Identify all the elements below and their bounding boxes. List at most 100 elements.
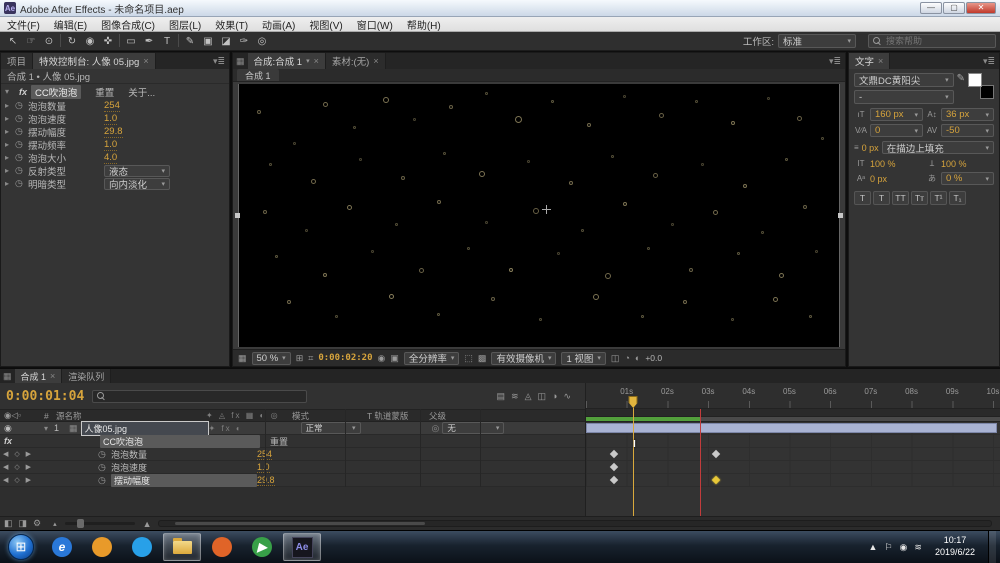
property-label[interactable]: 摆动幅度 bbox=[111, 473, 257, 487]
stopwatch-icon[interactable]: ◷ bbox=[15, 100, 28, 111]
stroke-width-value[interactable]: 0 px bbox=[862, 143, 879, 153]
composition-frame[interactable] bbox=[238, 84, 840, 347]
playhead-line[interactable] bbox=[633, 401, 635, 516]
tray-icon[interactable]: ⚐ bbox=[884, 542, 892, 553]
column-mode[interactable]: 模式 bbox=[292, 410, 367, 422]
fill-stroke-swatches[interactable] bbox=[968, 73, 994, 99]
text-style-button[interactable]: Tт bbox=[911, 191, 928, 205]
tray-icon[interactable]: ▲ bbox=[869, 542, 878, 553]
menu-item[interactable]: 编辑(E) bbox=[47, 17, 94, 32]
keyframe-navigator[interactable]: ◀ ◇ ▶ bbox=[0, 450, 34, 458]
close-icon[interactable]: × bbox=[373, 56, 378, 66]
keyframe-diamond[interactable] bbox=[610, 475, 619, 485]
taskbar-after-effects[interactable]: Ae bbox=[283, 533, 321, 561]
leading-select[interactable]: 36 px ▾ bbox=[941, 108, 994, 121]
composition-viewport[interactable] bbox=[233, 82, 845, 349]
taskbar-clock[interactable]: 10:17 2019/6/22 bbox=[929, 535, 981, 558]
twirl-icon[interactable]: ▸ bbox=[5, 166, 15, 175]
hide-shy-icon[interactable]: ◬ bbox=[525, 391, 532, 402]
timeline-search[interactable] bbox=[92, 389, 308, 403]
tray-icon[interactable]: ◉ bbox=[900, 542, 908, 553]
stroke-color-swatch[interactable] bbox=[980, 85, 994, 99]
layer-duration-bar[interactable] bbox=[586, 423, 997, 433]
taskbar-browser-orange[interactable] bbox=[83, 533, 121, 561]
property-row[interactable]: ◀ ◇ ▶◷摆动幅度29.8 bbox=[0, 473, 585, 487]
tray-icon[interactable]: ≋ bbox=[914, 542, 922, 553]
transparency-grid-icon[interactable]: ▩ bbox=[478, 353, 487, 364]
stroke-option-select[interactable]: 在描边上填充 ▾ bbox=[881, 141, 994, 155]
effect-name[interactable]: CC吹泡泡 bbox=[31, 84, 82, 99]
zoom-in-mountain-icon[interactable]: ▲ bbox=[143, 519, 152, 529]
stopwatch-icon[interactable]: ◷ bbox=[98, 449, 111, 460]
menu-item[interactable]: 文件(F) bbox=[0, 17, 47, 32]
time-ruler[interactable]: 01s 02s 03s 04s 05s 06s 07s 08s 09s 10s bbox=[586, 383, 1000, 409]
motion-blur-icon[interactable]: ◑ bbox=[552, 391, 557, 402]
column-parent[interactable]: 父级 bbox=[429, 410, 446, 422]
panel-menu-icon[interactable]: ▾≣ bbox=[979, 53, 999, 69]
workspace-select[interactable]: 标准 ▾ bbox=[778, 34, 856, 48]
property-value[interactable]: 1.0 bbox=[104, 139, 118, 151]
property-row[interactable]: ◀ ◇ ▶◷泡泡数量254 bbox=[0, 448, 585, 461]
menu-item[interactable]: 动画(A) bbox=[255, 17, 302, 32]
stopwatch-icon[interactable]: ◷ bbox=[15, 178, 28, 189]
menu-item[interactable]: 效果(T) bbox=[208, 17, 255, 32]
magnification-select[interactable]: 50 % ▾ bbox=[251, 351, 291, 365]
show-desktop-button[interactable] bbox=[988, 531, 996, 563]
property-value[interactable]: 1.0 bbox=[257, 462, 270, 473]
property-track-lane[interactable] bbox=[586, 461, 1000, 474]
grid-guides-icon[interactable]: ⊞ bbox=[296, 353, 304, 364]
close-icon[interactable]: × bbox=[143, 56, 148, 66]
font-size-select[interactable]: 160 px ▾ bbox=[870, 108, 923, 121]
roto-brush-tool-icon[interactable]: ✑ bbox=[235, 34, 253, 49]
layer-name[interactable]: 人像05.jpg bbox=[80, 420, 209, 436]
taskbar-qq[interactable] bbox=[123, 533, 161, 561]
view-layout-select[interactable]: 1 视图 ▾ bbox=[561, 351, 606, 365]
always-preview-icon[interactable]: ▦ bbox=[238, 353, 247, 364]
text-style-button[interactable]: TT bbox=[892, 191, 909, 205]
mini-flowchart-icon[interactable]: ▤ bbox=[497, 391, 506, 402]
exposure-value[interactable]: +0.0 bbox=[645, 353, 662, 363]
fast-preview-icon[interactable]: ◔ bbox=[624, 353, 629, 363]
text-style-button[interactable]: T bbox=[873, 191, 890, 205]
tab-project[interactable]: 项目 bbox=[1, 53, 34, 69]
reset-effect-link[interactable]: 重置 bbox=[95, 85, 114, 99]
timeline-track-area[interactable]: 01s 02s 03s 04s 05s 06s 07s 08s 09s 10s I bbox=[586, 383, 1000, 516]
parent-select[interactable]: 无 ▾ bbox=[442, 422, 505, 434]
show-channel-icon[interactable]: ▣ bbox=[390, 353, 399, 364]
layer-switches[interactable]: ✦ fx ◐ bbox=[209, 424, 301, 433]
hand-tool-icon[interactable]: ☞ bbox=[22, 34, 40, 49]
keyframe-navigator[interactable]: ◀ ◇ ▶ bbox=[0, 463, 34, 471]
taskbar-media-player[interactable]: ▶ bbox=[243, 533, 281, 561]
snapshot-icon[interactable]: ◉ bbox=[378, 353, 386, 364]
start-button[interactable]: ⊞ bbox=[8, 534, 34, 560]
tab-render-queue[interactable]: 渲染队列 bbox=[62, 369, 112, 383]
twirl-icon[interactable]: ▸ bbox=[5, 179, 15, 188]
menu-item[interactable]: 窗口(W) bbox=[350, 17, 400, 32]
puppet-pin-tool-icon[interactable]: ◎ bbox=[253, 34, 271, 49]
frame-blend-icon[interactable]: ◫ bbox=[538, 391, 547, 402]
taskbar-firefox[interactable] bbox=[203, 533, 241, 561]
close-icon[interactable]: × bbox=[878, 56, 883, 66]
exposure-icon[interactable]: ◐ bbox=[635, 353, 640, 363]
effect-group-row[interactable]: fx CC吹泡泡 重置 bbox=[0, 434, 585, 448]
twirl-icon[interactable]: ▸ bbox=[5, 153, 15, 162]
eyedropper-icon[interactable]: ✎ bbox=[957, 73, 965, 84]
property-value[interactable]: 254 bbox=[104, 100, 120, 112]
pan-behind-tool-icon[interactable]: ✜ bbox=[99, 34, 117, 49]
selection-tool-icon[interactable]: ↖ bbox=[4, 34, 22, 49]
tab-character[interactable]: 文字 × bbox=[849, 53, 891, 69]
camera-select[interactable]: 有效摄像机 ▾ bbox=[491, 351, 557, 365]
stopwatch-icon[interactable]: ◷ bbox=[15, 126, 28, 137]
property-label[interactable]: 泡泡速度 bbox=[111, 461, 257, 474]
font-style-select[interactable]: - ▾ bbox=[854, 90, 954, 104]
property-track-lane[interactable] bbox=[586, 435, 1000, 448]
help-search[interactable] bbox=[868, 34, 996, 48]
help-search-input[interactable] bbox=[886, 36, 991, 46]
reset-effect-link[interactable]: 重置 bbox=[270, 435, 288, 448]
roi-icon[interactable]: ⬚ bbox=[464, 353, 473, 364]
expand-in-out-icon[interactable]: ⚙ bbox=[33, 518, 41, 529]
keyframe-diamond[interactable] bbox=[711, 475, 721, 485]
property-track-lane[interactable] bbox=[586, 474, 1000, 487]
resolution-select[interactable]: 全分辨率 ▾ bbox=[403, 351, 460, 365]
property-value[interactable]: 1.0 bbox=[104, 113, 118, 125]
